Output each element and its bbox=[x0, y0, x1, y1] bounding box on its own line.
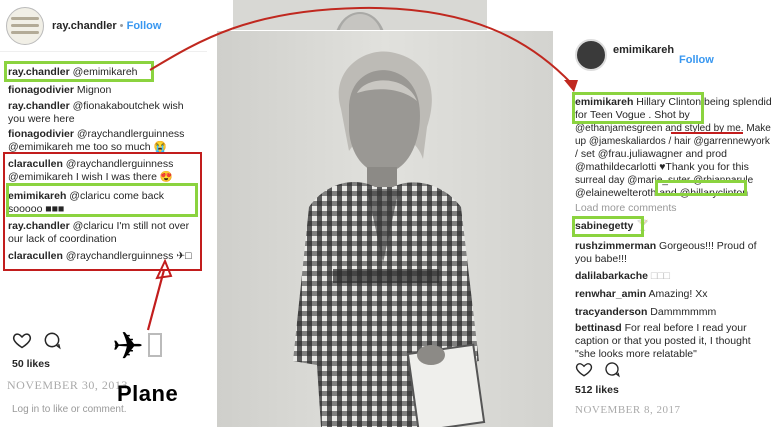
red-connector-arrow bbox=[149, 6, 578, 92]
